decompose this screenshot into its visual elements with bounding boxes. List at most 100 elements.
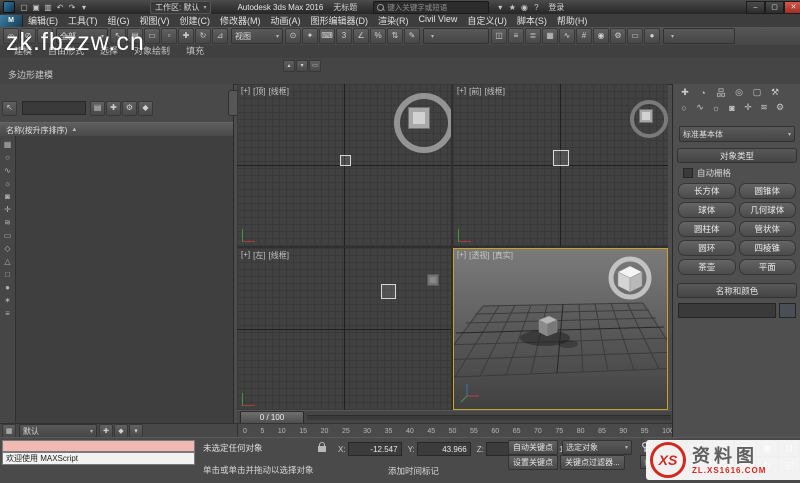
menu-item[interactable]: 视图(V) — [135, 14, 175, 27]
hierarchy-tab-icon[interactable]: 品 — [712, 86, 730, 99]
explorer-footer-grid-icon[interactable]: ▦ — [2, 424, 16, 438]
explorer-pin-icon[interactable]: ◆ — [138, 100, 153, 116]
mirror-icon[interactable]: ◫ — [491, 28, 507, 44]
coord-y-field[interactable]: 43.966 — [416, 442, 471, 456]
align-icon[interactable]: ≡ — [508, 28, 524, 44]
angle-snap-icon[interactable]: ∠ — [353, 28, 369, 44]
primitive-button[interactable]: 球体 — [678, 202, 736, 218]
autogrid-checkbox[interactable]: 自动栅格 — [683, 167, 791, 179]
menu-item[interactable]: 自定义(U) — [462, 14, 512, 27]
filter-shapes-icon[interactable]: ∿ — [1, 164, 14, 177]
viewport-menu-button[interactable]: [+] — [457, 250, 466, 261]
explorer-footer-star-icon[interactable]: ◆ — [114, 424, 128, 438]
select-manipulate-icon[interactable]: ✦ — [302, 28, 318, 44]
filter-cameras-icon[interactable]: ◙ — [1, 190, 14, 203]
auto-key-button[interactable]: 自动关键点 — [508, 440, 558, 455]
maximize-button[interactable]: ▢ — [765, 0, 784, 14]
filter-spacewarps-icon[interactable]: ≋ — [1, 216, 14, 229]
infocenter-search-input[interactable]: 键入关键字或短语 — [373, 0, 490, 14]
filter-bones-icon[interactable]: △ — [1, 255, 14, 268]
ribbon-pin-icon[interactable]: ▭ — [309, 60, 321, 72]
viewcube-icon[interactable] — [427, 274, 439, 286]
coord-x-field[interactable]: -12.547 — [347, 442, 402, 456]
render-preset-dropdown[interactable] — [663, 28, 735, 44]
select-rotate-icon[interactable]: ↻ — [195, 28, 211, 44]
menu-item[interactable]: 动画(A) — [266, 14, 306, 27]
explorer-display-icon[interactable]: ▤ — [90, 100, 105, 116]
filter-list-icon[interactable]: ≡ — [1, 307, 14, 320]
primitive-button[interactable]: 四棱锥 — [738, 240, 796, 256]
menu-item[interactable]: 帮助(H) — [552, 14, 593, 27]
object-color-swatch[interactable] — [779, 302, 796, 318]
filter-groups-icon[interactable]: ▭ — [1, 229, 14, 242]
viewport-shading-button[interactable]: [线框] — [269, 250, 289, 261]
new-scene-icon[interactable]: ▢ — [18, 2, 30, 13]
minimize-button[interactable]: – — [746, 0, 765, 14]
use-pivot-icon[interactable]: ⊙ — [285, 28, 301, 44]
curve-editor-icon[interactable]: ∿ — [559, 28, 575, 44]
filter-all-icon[interactable]: ▦ — [1, 138, 14, 151]
viewport-menu-button[interactable]: [+] — [241, 86, 250, 97]
primitive-button[interactable]: 长方体 — [678, 183, 736, 199]
explorer-footer-add-icon[interactable]: ✚ — [99, 424, 113, 438]
redo-icon[interactable]: ↷ — [66, 2, 78, 13]
rendered-frame-icon[interactable]: ▭ — [627, 28, 643, 44]
viewcube-icon[interactable] — [639, 109, 653, 123]
render-setup-icon[interactable]: ⚙ — [610, 28, 626, 44]
filter-stars-icon[interactable]: ✶ — [1, 294, 14, 307]
cameras-category-icon[interactable]: ◙ — [724, 101, 740, 114]
favorites-icon[interactable]: ★ — [506, 2, 518, 13]
app-logo-icon[interactable] — [3, 1, 15, 13]
viewport-perspective[interactable]: [+] [透视] [真实] — [453, 248, 668, 410]
lights-category-icon[interactable]: ☼ — [708, 101, 724, 114]
viewport-menu-button[interactable]: [+] — [457, 86, 466, 97]
explorer-search-input[interactable] — [22, 101, 86, 115]
systems-category-icon[interactable]: ⚙ — [772, 101, 788, 114]
workspace-dropdown[interactable]: 工作区: 默认 — [150, 0, 212, 14]
named-sets-icon[interactable]: ✎ — [404, 28, 420, 44]
viewport-shading-button[interactable]: [真实] — [493, 250, 513, 261]
primitive-button[interactable]: 茶壶 — [678, 259, 736, 275]
keyboard-override-icon[interactable]: ⌨ — [319, 28, 335, 44]
named-selection-dropdown[interactable] — [423, 28, 489, 44]
viewport-name-button[interactable]: [透视] — [469, 250, 489, 261]
name-color-rollout[interactable]: 名称和颜色 — [677, 283, 797, 298]
selection-lock-icon[interactable] — [318, 442, 326, 452]
close-button[interactable]: ✕ — [784, 0, 800, 14]
menu-item[interactable]: Civil View — [414, 14, 463, 27]
listener-row[interactable]: 欢迎使用 MAXScript — [2, 452, 195, 465]
spacewarps-category-icon[interactable]: ≋ — [756, 101, 772, 114]
primitive-button[interactable]: 圆环 — [678, 240, 736, 256]
schematic-view-icon[interactable]: # — [576, 28, 592, 44]
menu-item[interactable]: 编辑(E) — [23, 14, 63, 27]
modify-tab-icon[interactable]: ◔ — [694, 86, 712, 99]
filter-lights-icon[interactable]: ☼ — [1, 177, 14, 190]
helpers-category-icon[interactable]: ✛ — [740, 101, 756, 114]
reference-coordinate-dropdown[interactable]: 视图 — [231, 28, 283, 44]
explorer-settings-icon[interactable]: ⚙ — [122, 100, 137, 116]
undo-icon[interactable]: ↶ — [54, 2, 66, 13]
viewport-front[interactable]: [+] [前] [线框] — [453, 84, 668, 246]
communication-center-icon[interactable]: ◉ — [518, 2, 530, 13]
utilities-tab-icon[interactable]: ⚒ — [766, 86, 784, 99]
viewport-left[interactable]: [+] [左] [线框] — [237, 248, 451, 410]
create-tab-icon[interactable]: ✚ — [676, 86, 694, 99]
ribbon-tab[interactable]: 填充 — [178, 43, 212, 58]
filter-helpers-icon[interactable]: ✛ — [1, 203, 14, 216]
signin-button[interactable]: 登录 — [548, 2, 564, 13]
render-production-icon[interactable]: ● — [644, 28, 660, 44]
explorer-preset-dropdown[interactable]: 默认 — [19, 424, 97, 438]
add-time-tag-button[interactable]: 添加时间标记 — [388, 465, 439, 477]
application-menu-button[interactable]: M — [0, 14, 23, 27]
menu-item[interactable]: 创建(C) — [175, 14, 216, 27]
explorer-object-list[interactable] — [16, 136, 233, 423]
menu-item[interactable]: 组(G) — [103, 14, 135, 27]
search-dropdown-icon[interactable]: ▾ — [494, 2, 506, 13]
macro-recorder-row[interactable] — [2, 440, 195, 452]
viewport-top[interactable]: [+] [顶] [线框] — [237, 84, 451, 246]
motion-tab-icon[interactable]: ◎ — [730, 86, 748, 99]
menu-item[interactable]: 修改器(M) — [215, 14, 266, 27]
primitive-button[interactable]: 几何球体 — [738, 202, 796, 218]
filter-geometry-icon[interactable]: ○ — [1, 151, 14, 164]
primitive-button[interactable]: 平面 — [738, 259, 796, 275]
